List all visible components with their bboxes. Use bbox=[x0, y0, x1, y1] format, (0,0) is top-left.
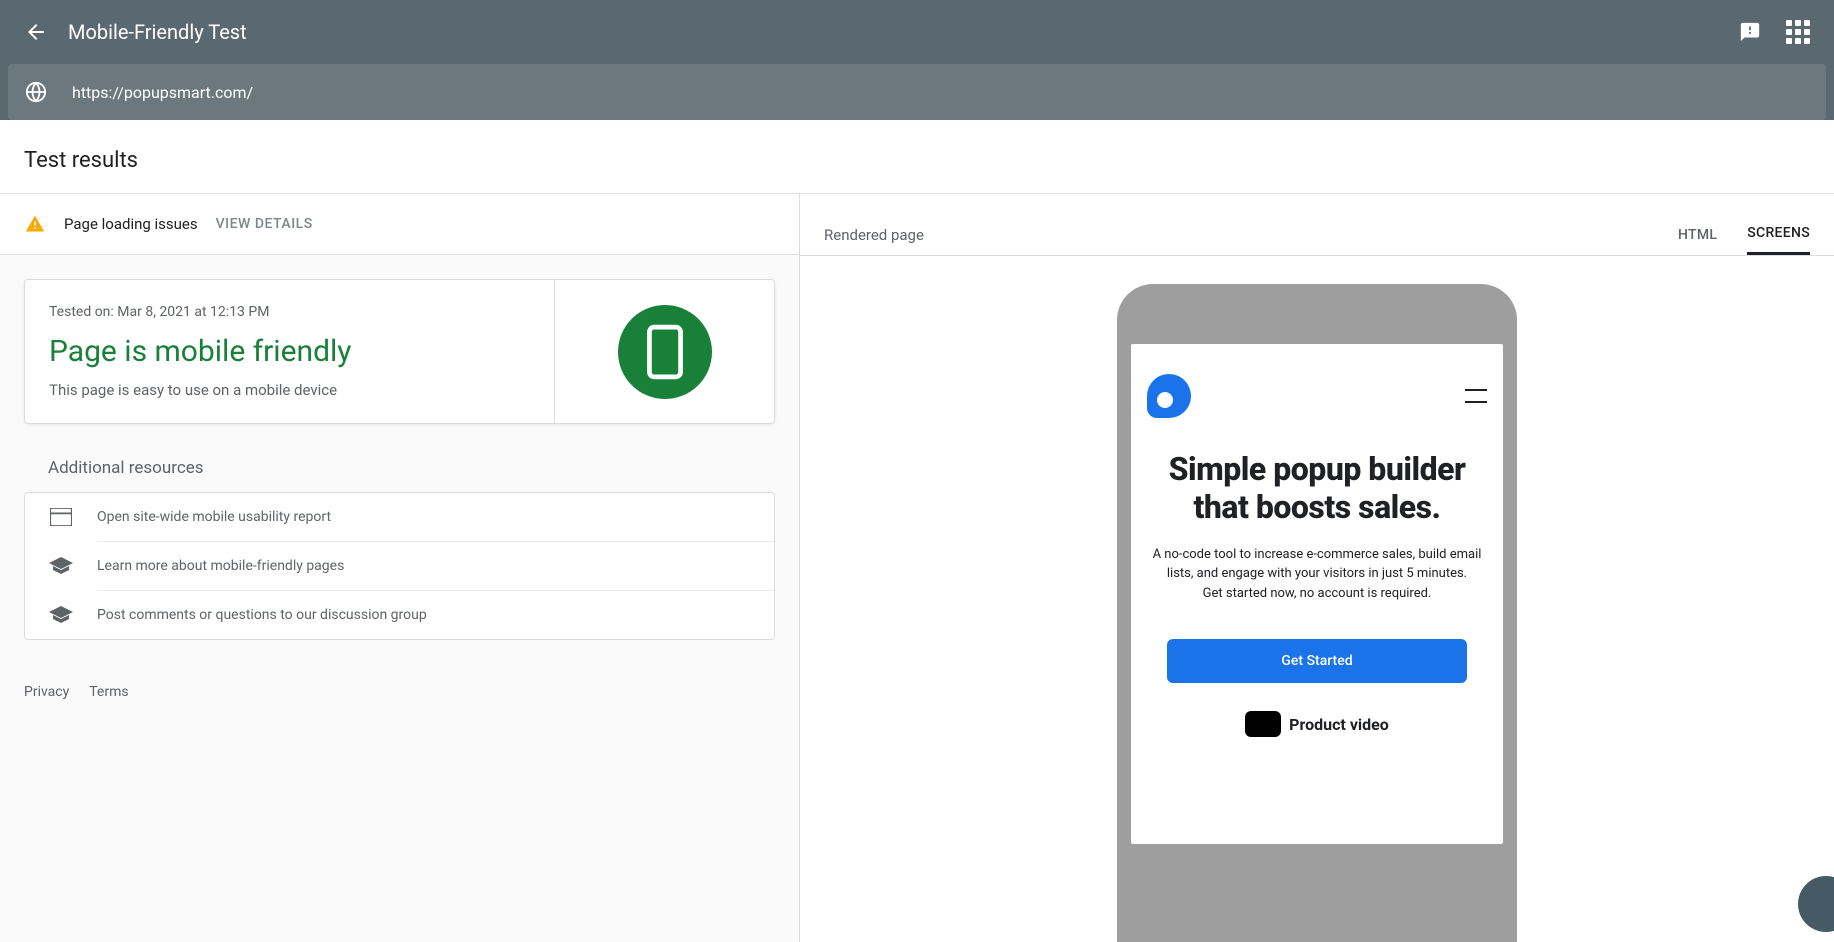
tested-on-text: Tested on: Mar 8, 2021 at 12:13 PM bbox=[49, 304, 530, 320]
phone-screen: Simple popup builder that boosts sales. … bbox=[1131, 344, 1503, 844]
section-header: Test results bbox=[0, 128, 1834, 194]
privacy-link[interactable]: Privacy bbox=[24, 684, 69, 700]
video-icon bbox=[1245, 711, 1281, 737]
url-input-bar[interactable]: https://popupsmart.com/ bbox=[8, 64, 1826, 120]
issues-bar: Page loading issues VIEW DETAILS bbox=[0, 194, 799, 255]
arrow-back-icon bbox=[24, 20, 48, 44]
terms-link[interactable]: Terms bbox=[89, 684, 128, 700]
hamburger-icon bbox=[1465, 389, 1487, 403]
result-title: Page is mobile friendly bbox=[49, 334, 530, 369]
feedback-button[interactable] bbox=[1738, 20, 1762, 44]
phone-icon bbox=[645, 324, 685, 380]
success-badge bbox=[618, 305, 712, 399]
result-card: Tested on: Mar 8, 2021 at 12:13 PM Page … bbox=[24, 279, 775, 424]
right-tabs: HTML SCREENS bbox=[1678, 214, 1810, 255]
phone-frame: Simple popup builder that boosts sales. … bbox=[1117, 284, 1517, 942]
preview-header bbox=[1147, 374, 1487, 418]
result-subtitle: This page is easy to use on a mobile dev… bbox=[49, 381, 530, 399]
resource-link-discussion[interactable]: Post comments or questions to our discus… bbox=[25, 591, 774, 639]
resource-text: Post comments or questions to our discus… bbox=[97, 607, 427, 623]
main-content: Page loading issues VIEW DETAILS Tested … bbox=[0, 194, 1834, 942]
preview-description: A no-code tool to increase e-commerce sa… bbox=[1147, 545, 1487, 604]
preview-logo-icon bbox=[1147, 374, 1191, 418]
tab-html[interactable]: HTML bbox=[1678, 214, 1717, 255]
feedback-icon bbox=[1739, 21, 1761, 43]
education-icon bbox=[49, 556, 73, 576]
preview-product-video: Product video bbox=[1147, 711, 1487, 737]
apps-icon-dot bbox=[1786, 20, 1792, 26]
footer-links: Privacy Terms bbox=[0, 664, 799, 720]
globe-icon bbox=[24, 80, 48, 104]
warning-icon bbox=[24, 214, 46, 234]
header-top-row: Mobile-Friendly Test bbox=[0, 0, 1834, 64]
preview-headline: Simple popup builder that boosts sales. bbox=[1147, 450, 1487, 527]
resource-text: Learn more about mobile-friendly pages bbox=[97, 558, 344, 574]
url-text: https://popupsmart.com/ bbox=[72, 83, 253, 102]
right-panel-header: Rendered page HTML SCREENS bbox=[800, 194, 1834, 256]
view-details-link[interactable]: VIEW DETAILS bbox=[216, 216, 313, 232]
apps-launcher-button[interactable] bbox=[1786, 20, 1810, 44]
additional-resources-title: Additional resources bbox=[0, 448, 799, 492]
preview-cta-button: Get Started bbox=[1167, 639, 1467, 683]
resource-text: Open site-wide mobile usability report bbox=[97, 509, 331, 525]
left-panel: Page loading issues VIEW DETAILS Tested … bbox=[0, 194, 800, 942]
right-panel: Rendered page HTML SCREENS Simple popup … bbox=[800, 194, 1834, 942]
preview-area: Simple popup builder that boosts sales. … bbox=[800, 256, 1834, 942]
webpage-icon bbox=[49, 507, 73, 527]
resources-card: Open site-wide mobile usability report L… bbox=[24, 492, 775, 640]
header-actions bbox=[1738, 20, 1810, 44]
preview-bottom-text: Product video bbox=[1289, 715, 1389, 734]
fab-button[interactable] bbox=[1798, 876, 1834, 932]
resource-link-usability-report[interactable]: Open site-wide mobile usability report bbox=[25, 493, 774, 541]
result-text-area: Tested on: Mar 8, 2021 at 12:13 PM Page … bbox=[25, 280, 554, 423]
rendered-page-label: Rendered page bbox=[824, 226, 1678, 244]
app-header: Mobile-Friendly Test https://popupsmart.… bbox=[0, 0, 1834, 120]
back-button[interactable] bbox=[16, 12, 56, 52]
issues-label: Page loading issues bbox=[64, 215, 198, 233]
education-icon bbox=[49, 605, 73, 625]
tab-screenshot[interactable]: SCREENS bbox=[1747, 214, 1810, 255]
result-icon-area bbox=[554, 280, 774, 423]
app-title: Mobile-Friendly Test bbox=[68, 20, 1738, 44]
resource-link-learn-more[interactable]: Learn more about mobile-friendly pages bbox=[25, 542, 774, 590]
